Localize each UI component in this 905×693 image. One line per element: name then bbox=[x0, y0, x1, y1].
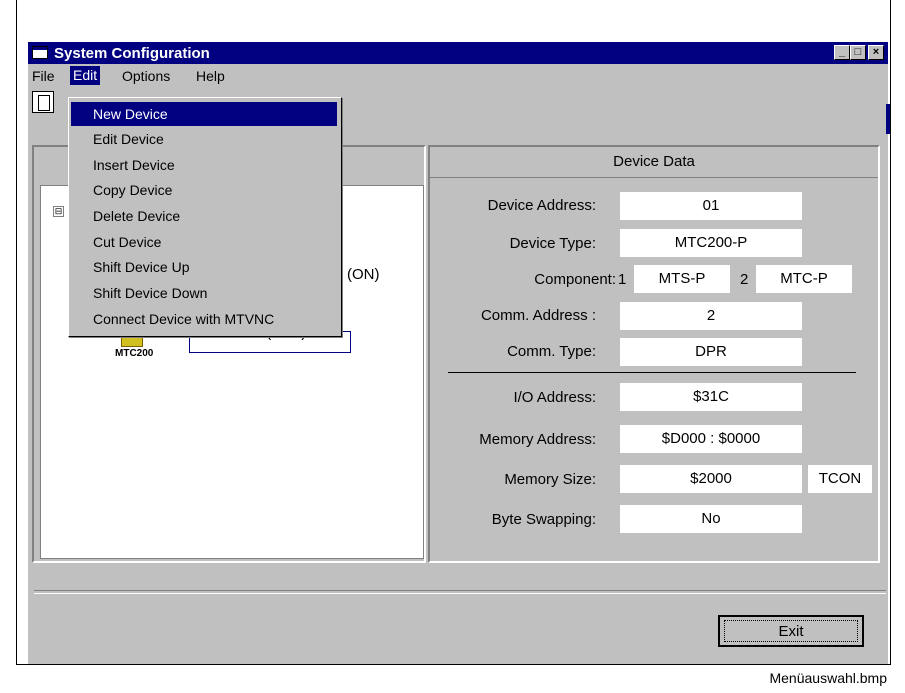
menu-help[interactable]: Help bbox=[196, 68, 225, 84]
memory-size-field[interactable]: $2000 bbox=[620, 465, 802, 493]
device-type-label: Device Type: bbox=[509, 235, 596, 252]
maximize-button[interactable]: □ bbox=[850, 45, 866, 60]
menu-item-connect-device-mtvnc[interactable]: Connect Device with MTVNC bbox=[71, 307, 337, 331]
menu-item-insert-device[interactable]: Insert Device bbox=[71, 153, 337, 177]
component-2-field[interactable]: MTC-P bbox=[756, 265, 852, 293]
close-button[interactable]: × bbox=[868, 45, 884, 60]
menu-item-new-device[interactable]: New Device bbox=[71, 102, 337, 126]
device-data-header: Device Data bbox=[430, 147, 878, 178]
memory-size-extra-field[interactable]: TCON bbox=[808, 465, 872, 493]
component-1-field[interactable]: MTS-P bbox=[634, 265, 730, 293]
menu-item-delete-device[interactable]: Delete Device bbox=[71, 204, 337, 228]
bottom-divider bbox=[34, 590, 886, 594]
comm-address-field[interactable]: 2 bbox=[620, 302, 802, 330]
menu-item-shift-device-down[interactable]: Shift Device Down bbox=[71, 281, 337, 305]
comm-type-label: Comm. Type: bbox=[507, 343, 596, 360]
edit-dropdown-menu: New Device Edit Device Insert Device Cop… bbox=[68, 97, 342, 337]
minimize-button[interactable]: _ bbox=[834, 45, 850, 60]
menu-item-shift-device-up[interactable]: Shift Device Up bbox=[71, 255, 337, 279]
image-caption: Menüauswahl.bmp bbox=[769, 670, 887, 686]
exit-button[interactable]: Exit bbox=[718, 615, 864, 647]
menu-item-cut-device[interactable]: Cut Device bbox=[71, 230, 337, 254]
io-address-field[interactable]: $31C bbox=[620, 383, 802, 411]
section-divider bbox=[448, 372, 856, 373]
title-bar: System Configuration _ □ × bbox=[28, 42, 888, 64]
device-icon-label: MTC200 bbox=[115, 348, 154, 359]
component-2-number: 2 bbox=[740, 271, 749, 288]
memory-address-field[interactable]: $D000 : $0000 bbox=[620, 425, 802, 453]
memory-size-label: Memory Size: bbox=[504, 471, 596, 488]
collapse-icon[interactable]: ⊟ bbox=[53, 206, 64, 217]
tree-status-on: (ON) bbox=[347, 266, 380, 283]
window-title: System Configuration bbox=[54, 45, 210, 62]
menu-options[interactable]: Options bbox=[122, 68, 170, 84]
menu-file[interactable]: File bbox=[32, 68, 55, 84]
device-data-panel: Device Data Device Address: 01 Device Ty… bbox=[428, 145, 880, 563]
device-address-label: Device Address: bbox=[487, 197, 596, 214]
comm-type-field[interactable]: DPR bbox=[620, 338, 802, 366]
comm-address-label: Comm. Address : bbox=[480, 307, 596, 324]
byte-swapping-field[interactable]: No bbox=[620, 505, 802, 533]
memory-address-label: Memory Address: bbox=[479, 431, 596, 448]
menu-bar: File Edit Options Help bbox=[28, 64, 888, 86]
window-app-icon bbox=[32, 46, 48, 59]
menu-edit[interactable]: Edit bbox=[70, 66, 101, 85]
exit-button-label: Exit bbox=[724, 620, 858, 642]
background-window-edge bbox=[886, 104, 890, 134]
component-label: Component: bbox=[534, 271, 616, 288]
mtc200-device-icon bbox=[121, 336, 143, 347]
device-address-field[interactable]: 01 bbox=[620, 192, 802, 220]
component-1-number: 1 bbox=[618, 271, 627, 288]
device-type-field[interactable]: MTC200-P bbox=[620, 229, 802, 257]
menu-item-copy-device[interactable]: Copy Device bbox=[71, 178, 337, 202]
io-address-label: I/O Address: bbox=[513, 389, 596, 406]
menu-item-edit-device[interactable]: Edit Device bbox=[71, 127, 337, 151]
new-document-icon[interactable] bbox=[32, 91, 54, 113]
byte-swapping-label: Byte Swapping: bbox=[491, 511, 596, 528]
